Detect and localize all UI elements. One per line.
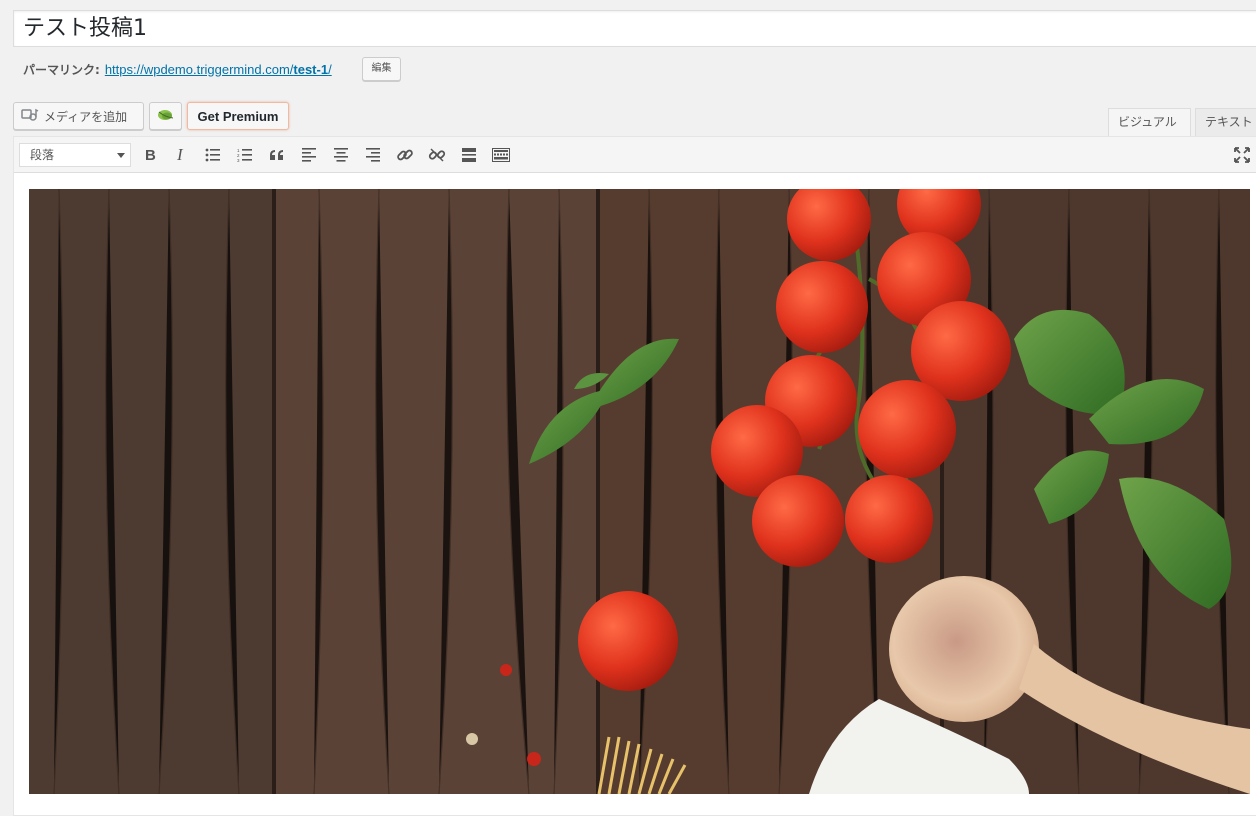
read-more-button[interactable]: [457, 144, 481, 166]
read-more-icon: [462, 148, 476, 162]
numbered-list-icon: 1 2 3: [237, 148, 252, 162]
svg-text:3: 3: [237, 158, 240, 162]
bold-icon: B: [145, 147, 156, 163]
permalink-label: パーマリンク:: [23, 63, 100, 77]
chevron-down-icon: [117, 153, 125, 158]
toolbar-toggle-button[interactable]: [489, 144, 513, 166]
plugin-leaf-button[interactable]: [149, 102, 182, 130]
format-select[interactable]: 段落: [19, 143, 131, 167]
permalink-trailing: /: [328, 62, 332, 77]
align-center-button[interactable]: [329, 144, 353, 166]
bulleted-list-button[interactable]: [201, 144, 225, 166]
media-icon: [21, 108, 39, 124]
format-select-value: 段落: [30, 148, 55, 162]
italic-icon: I: [176, 147, 184, 163]
align-left-button[interactable]: [297, 144, 321, 166]
post-title-field[interactable]: テスト投稿1: [13, 10, 1256, 47]
unlink-icon: [428, 148, 446, 162]
fullscreen-button[interactable]: [1230, 144, 1254, 166]
permalink-slug: test-1: [293, 62, 329, 77]
content-image[interactable]: [29, 189, 1250, 794]
get-premium-button[interactable]: Get Premium: [187, 102, 289, 130]
add-media-button[interactable]: メディアを追加: [13, 102, 144, 130]
align-left-icon: [302, 148, 316, 162]
permalink-row: パーマリンク: https://wpdemo.triggermind.com/t…: [23, 62, 332, 78]
svg-text:I: I: [176, 147, 184, 163]
leaf-icon: [156, 107, 176, 126]
permalink-base: https://wpdemo.triggermind.com/: [104, 62, 294, 77]
edit-permalink-button[interactable]: 編集: [362, 57, 401, 81]
numbered-list-button[interactable]: 1 2 3: [233, 144, 257, 166]
blockquote-button[interactable]: [265, 144, 289, 166]
post-title-text: テスト投稿1: [23, 16, 147, 41]
fullscreen-icon: [1234, 147, 1250, 163]
add-media-label: メディアを追加: [44, 109, 128, 124]
permalink-link[interactable]: https://wpdemo.triggermind.com/test-1/: [105, 62, 332, 78]
bold-button[interactable]: B: [138, 144, 162, 166]
editor-toolbar: 段落 B I 1 2 3: [14, 137, 1256, 173]
align-right-icon: [366, 148, 380, 162]
align-center-icon: [334, 148, 348, 162]
remove-link-button[interactable]: [425, 144, 449, 166]
blockquote-icon: [270, 150, 283, 160]
italic-button[interactable]: I: [169, 144, 193, 166]
align-right-button[interactable]: [361, 144, 385, 166]
svg-text:B: B: [145, 147, 156, 163]
tab-visual[interactable]: ビジュアル: [1108, 108, 1191, 137]
tab-text[interactable]: テキスト: [1195, 108, 1256, 137]
insert-link-button[interactable]: [393, 144, 417, 166]
keyboard-icon: [492, 148, 510, 162]
food-photo: [29, 189, 1250, 794]
link-icon: [397, 149, 413, 161]
bulleted-list-icon: [205, 148, 220, 162]
